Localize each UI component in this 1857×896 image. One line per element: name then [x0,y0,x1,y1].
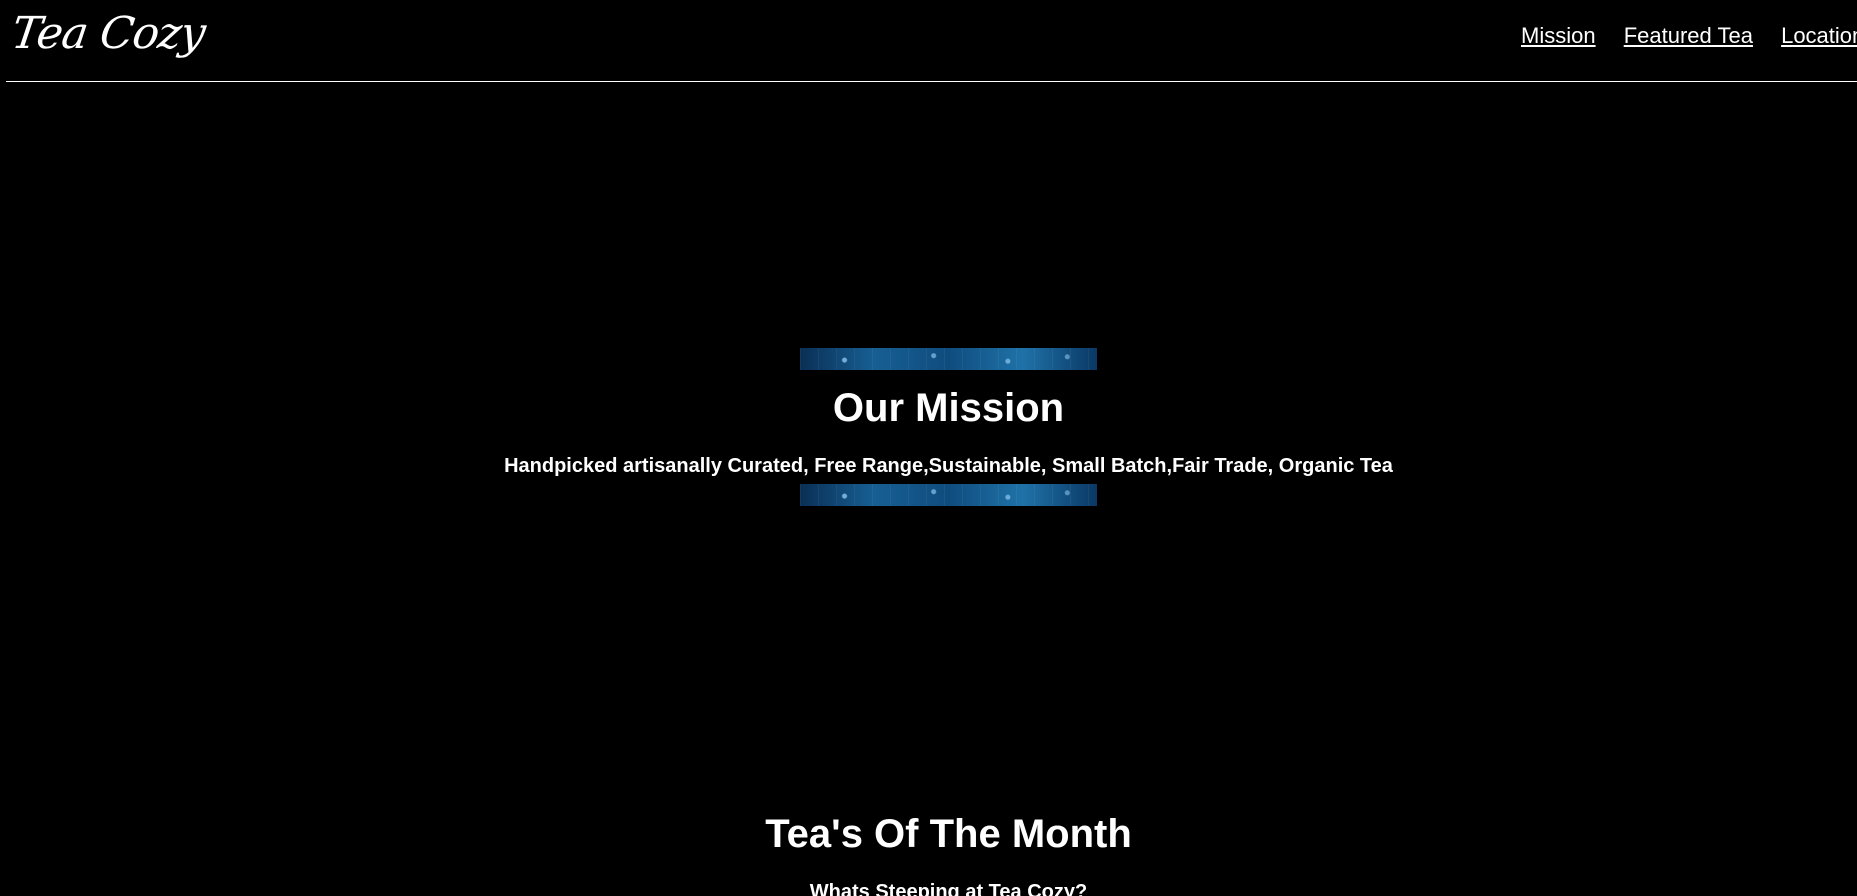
teas-of-the-month-subtitle: Whats Steeping at Tea Cozy? [809,881,1088,896]
site-logo[interactable]: Tea Cozy [8,8,208,59]
teas-of-the-month-title: Tea's Of The Month [765,812,1132,856]
nav-link-locations[interactable]: Locations [1781,23,1857,48]
teas-of-the-month-section: Tea's Of The Month Whats Steeping at Tea… [0,810,1857,896]
nav-link-mission[interactable]: Mission [1521,23,1596,48]
mission-image-strip-bottom [800,484,1097,506]
page: Tea Cozy Mission Featured Tea Locations … [0,0,1857,896]
mission-image-strip-top [800,348,1097,370]
mission-section: Our Mission Handpicked artisanally Curat… [0,348,1857,506]
nav-link-featured-tea[interactable]: Featured Tea [1624,23,1753,48]
site-header: Tea Cozy Mission Featured Tea Locations [6,0,1857,82]
main-nav: Mission Featured Tea Locations [1521,22,1857,50]
mission-title: Our Mission [832,386,1065,430]
mission-description: Handpicked artisanally Curated, Free Ran… [504,455,1393,477]
